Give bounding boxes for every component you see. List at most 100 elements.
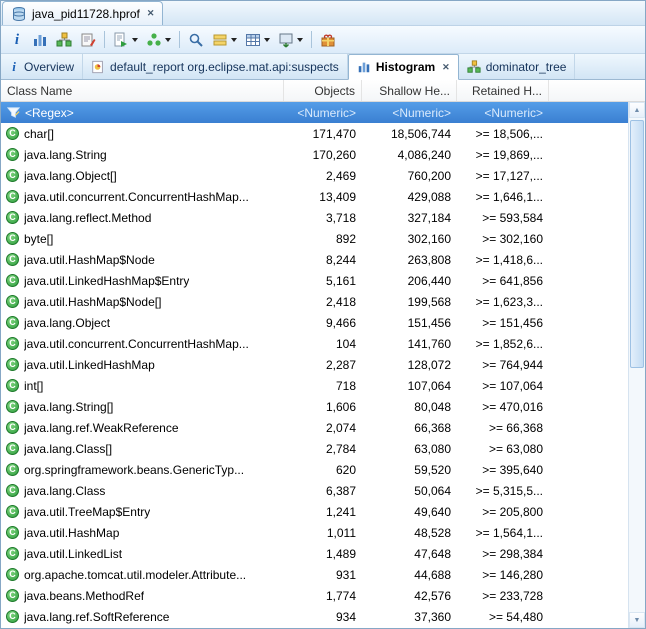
- tab-overview-label: Overview: [24, 59, 75, 74]
- retained-heap-value: >= 233,728: [482, 588, 543, 603]
- shallow-heap-value: 302,160: [407, 231, 451, 246]
- class-icon: [6, 274, 19, 287]
- histogram-icon: [357, 60, 371, 74]
- class-icon: [6, 610, 19, 623]
- table-row[interactable]: java.lang.Class 6,387 50,064 >= 5,315,5.…: [1, 480, 628, 501]
- table-row[interactable]: org.apache.tomcat.util.modeler.Attribute…: [1, 564, 628, 585]
- retained-heap-value: >= 54,480: [488, 609, 543, 624]
- oql-button[interactable]: [76, 29, 100, 51]
- class-name: java.lang.Class: [24, 483, 106, 498]
- class-name: java.lang.Object[]: [24, 168, 117, 183]
- column-header-class-name[interactable]: Class Name: [1, 80, 284, 101]
- editor-tab-bar: java_pid11728.hprof: [1, 1, 645, 26]
- column-header-shallow-heap[interactable]: Shallow He...: [362, 80, 457, 101]
- objects-value: 2,287: [325, 357, 356, 372]
- objects-value: 931: [335, 567, 356, 582]
- table-row[interactable]: java.util.HashMap$Node[] 2,418 199,568 >…: [1, 291, 628, 312]
- objects-value: 104: [335, 336, 356, 351]
- table-row[interactable]: java.lang.String[] 1,606 80,048 >= 470,0…: [1, 396, 628, 417]
- compare-button[interactable]: [316, 29, 340, 51]
- scrollbar-thumb[interactable]: [630, 120, 644, 368]
- retained-heap-value: >= 641,856: [482, 273, 543, 288]
- class-name-cell: char[]: [1, 127, 284, 141]
- table-row[interactable]: char[] 171,470 18,506,744 >= 18,506,...: [1, 123, 628, 144]
- objects-value: 1,011: [326, 525, 356, 540]
- tab-overview[interactable]: Overview: [1, 54, 84, 79]
- class-icon: [6, 337, 19, 350]
- table-row[interactable]: java.lang.reflect.Method 3,718 327,184 >…: [1, 207, 628, 228]
- vertical-scrollbar[interactable]: [628, 102, 645, 628]
- calculate-retained-size-dropdown[interactable]: [241, 29, 274, 51]
- table-row[interactable]: java.lang.ref.SoftReference 934 37,360 >…: [1, 606, 628, 627]
- table-row[interactable]: java.lang.ref.WeakReference 2,074 66,368…: [1, 417, 628, 438]
- query-browser-dropdown[interactable]: [142, 29, 175, 51]
- class-name: java.util.LinkedHashMap$Entry: [24, 273, 190, 288]
- run-report-icon: [113, 32, 129, 48]
- retained-heap-value: >= 19,869,...: [475, 147, 543, 162]
- shallow-heap-value: 59,520: [414, 462, 451, 477]
- retained-heap-value: >= 1,418,6...: [475, 252, 543, 267]
- shallow-heap-value: 107,064: [407, 378, 451, 393]
- shallow-heap-value: 80,048: [414, 399, 451, 414]
- table-header: Class Name Objects Shallow He... Retaine…: [1, 80, 645, 102]
- filter-icon: [6, 106, 21, 120]
- shallow-heap-value: 327,184: [407, 210, 451, 225]
- shallow-heap-value: 199,568: [407, 294, 451, 309]
- shallow-heap-filter-input[interactable]: <Numeric>: [362, 102, 457, 123]
- class-icon: [6, 148, 19, 161]
- table-row[interactable]: java.beans.MethodRef 1,774 42,576 >= 233…: [1, 585, 628, 606]
- scroll-up-icon[interactable]: [629, 102, 645, 118]
- tab-histogram[interactable]: Histogram: [347, 54, 459, 80]
- table-row[interactable]: byte[] 892 302,160 >= 302,160: [1, 228, 628, 249]
- table-row[interactable]: java.util.LinkedList 1,489 47,648 >= 298…: [1, 543, 628, 564]
- regex-filter-input[interactable]: <Regex>: [1, 102, 284, 123]
- table-row[interactable]: java.lang.Object[] 2,469 760,200 >= 17,1…: [1, 165, 628, 186]
- toolbar-separator: [179, 31, 180, 48]
- table-icon: [245, 32, 261, 48]
- objects-value: 2,784: [325, 441, 356, 456]
- table-row[interactable]: java.util.LinkedHashMap$Entry 5,161 206,…: [1, 270, 628, 291]
- objects-value: 13,409: [319, 189, 356, 204]
- tab-dominator-tree[interactable]: dominator_tree: [459, 54, 576, 79]
- table-row[interactable]: java.util.concurrent.ConcurrentHashMap..…: [1, 333, 628, 354]
- close-icon[interactable]: [145, 8, 155, 19]
- table-row[interactable]: java.lang.Class[] 2,784 63,080 >= 63,080: [1, 438, 628, 459]
- close-icon[interactable]: [440, 62, 450, 73]
- shallow-heap-value: 50,064: [414, 483, 451, 498]
- class-name-cell: byte[]: [1, 232, 284, 246]
- class-name: java.beans.MethodRef: [24, 588, 145, 603]
- tab-default-report[interactable]: default_report org.eclipse.mat.api:suspe…: [83, 54, 348, 79]
- table-row[interactable]: java.lang.Object 9,466 151,456 >= 151,45…: [1, 312, 628, 333]
- overview-button[interactable]: [6, 29, 28, 51]
- table-row[interactable]: java.util.TreeMap$Entry 1,241 49,640 >= …: [1, 501, 628, 522]
- dominator-tree-button[interactable]: [52, 29, 76, 51]
- group-by-dropdown[interactable]: [208, 29, 241, 51]
- table-row[interactable]: java.util.LinkedHashMap 2,287 128,072 >=…: [1, 354, 628, 375]
- table-row[interactable]: java.util.concurrent.ConcurrentHashMap..…: [1, 186, 628, 207]
- view-tab-bar: Overview default_report org.eclipse.mat.…: [1, 54, 645, 80]
- class-icon: [6, 190, 19, 203]
- scroll-down-icon[interactable]: [629, 612, 645, 628]
- export-dropdown[interactable]: [274, 29, 307, 51]
- table-row[interactable]: org.springframework.beans.GenericTyp... …: [1, 459, 628, 480]
- class-name: java.util.concurrent.ConcurrentHashMap..…: [24, 189, 249, 204]
- class-icon: [6, 316, 19, 329]
- column-header-retained-heap[interactable]: Retained H...: [457, 80, 549, 101]
- class-name-cell: java.util.LinkedHashMap: [1, 358, 284, 372]
- table-row[interactable]: java.util.HashMap$Node 8,244 263,808 >= …: [1, 249, 628, 270]
- retained-heap-value: >= 764,944: [482, 357, 543, 372]
- retained-heap-filter-input[interactable]: <Numeric>: [457, 102, 549, 123]
- column-header-objects[interactable]: Objects: [284, 80, 362, 101]
- table-row[interactable]: int[] 718 107,064 >= 107,064: [1, 375, 628, 396]
- toolbar-separator: [311, 31, 312, 48]
- objects-filter-input[interactable]: <Numeric>: [284, 102, 362, 123]
- chevron-down-icon: [297, 37, 303, 42]
- search-button[interactable]: [184, 29, 208, 51]
- editor-tab-hprof[interactable]: java_pid11728.hprof: [2, 1, 164, 25]
- class-name: java.lang.ref.SoftReference: [24, 609, 170, 624]
- histogram-button[interactable]: [28, 29, 52, 51]
- table-row[interactable]: java.util.HashMap 1,011 48,528 >= 1,564,…: [1, 522, 628, 543]
- run-expert-report-dropdown[interactable]: [109, 29, 142, 51]
- table-row[interactable]: java.lang.String 170,260 4,086,240 >= 19…: [1, 144, 628, 165]
- objects-value: 934: [335, 609, 356, 624]
